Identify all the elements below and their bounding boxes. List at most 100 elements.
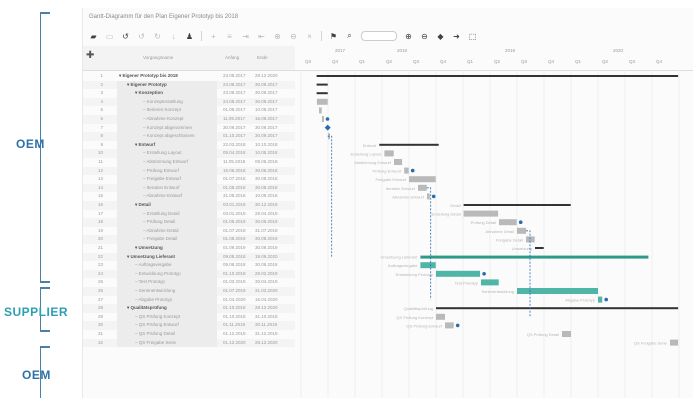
table-row[interactable]: 9 ▾ Entwurf 22.03.2018 10.10.2018: [83, 140, 295, 150]
start-date[interactable]: 01.12.2020: [223, 339, 246, 348]
table-row[interactable]: 24 – Entwicklung Prototyp 01.10.2018 28.02.…: [83, 269, 295, 279]
milestone-dot[interactable]: [410, 168, 415, 173]
end-date[interactable]: 30.06.2018: [255, 167, 278, 176]
end-date[interactable]: 30.04.2019: [255, 278, 278, 287]
end-date[interactable]: 16.09.2017: [255, 115, 278, 124]
arrow-dim-icon[interactable]: ↓: [167, 30, 180, 43]
milestone-dot[interactable]: [455, 323, 460, 328]
task-name[interactable]: ▾ Umsetzung: [135, 244, 219, 253]
table-row[interactable]: 31 – QS Prüfung Detail 01.12.2019 31.12.201…: [83, 330, 295, 339]
summary-bar[interactable]: [535, 247, 544, 249]
start-date[interactable]: 01.07.2019: [223, 227, 246, 236]
end-date[interactable]: 28.02.2019: [255, 270, 278, 279]
task-name[interactable]: – Auftragsvergabe: [135, 261, 219, 270]
table-row[interactable]: 4 – Konzepterstellung 24.08.2017 30.09.2017: [83, 97, 295, 107]
start-date[interactable]: 23.08.2017: [223, 72, 246, 81]
end-date[interactable]: 30.08.2019: [255, 235, 278, 244]
start-date[interactable]: 22.03.2018: [223, 141, 246, 150]
table-row[interactable]: 20 – Freigabe Detail 01.08.2019 30.08.2019: [83, 235, 295, 244]
task-name[interactable]: – Erstellung Detail: [143, 210, 219, 219]
end-date[interactable]: 31.07.2019: [255, 227, 278, 236]
start-date[interactable]: 11.09.2017: [223, 115, 245, 124]
end-date[interactable]: 31.12.2019: [255, 330, 278, 339]
table-row[interactable]: 5 – Iterieren Konzept 01.09.2017 10.09.2017: [83, 106, 295, 115]
start-date[interactable]: 09.08.2018: [223, 253, 246, 262]
outdent-icon[interactable]: ⇤: [255, 30, 268, 43]
table-row[interactable]: 18 – Prüfung Detail 01.05.2019 30.06.2019: [83, 218, 295, 227]
milestone-dot[interactable]: [604, 297, 608, 302]
task-bar[interactable]: [463, 210, 499, 217]
table-row[interactable]: 26 – Serienentwicklung 01.07.2019 31.03.202…: [83, 287, 295, 296]
end-date[interactable]: 30.09.2018: [255, 261, 278, 270]
task-name[interactable]: – Abnahme Konzept: [143, 115, 219, 124]
table-row[interactable]: 17 – Erstellung Detail 03.01.2019 28.04.201…: [83, 209, 295, 219]
milestone-dot[interactable]: [482, 272, 486, 276]
start-date[interactable]: 01.10.2018: [223, 304, 246, 313]
table-row[interactable]: 21 ▾ Umsetzung 01.09.2019 30.09.2019: [83, 244, 295, 253]
task-name[interactable]: ▾ Detail: [135, 201, 219, 210]
task-bar[interactable]: [517, 227, 526, 234]
table-row[interactable]: 8 – Konzept abgeschlossen 01.10.2017 30.09.…: [83, 132, 295, 141]
user-icon[interactable]: ♟: [183, 30, 196, 43]
table-row[interactable]: 14 – Iteration Entwurf 01.08.2018 30.08.201…: [83, 183, 295, 193]
table-row[interactable]: 22 ▾ Umsetzung Lieferant 09.08.2018 19.09.2…: [83, 252, 295, 262]
task-name[interactable]: – Abnahme Entwurf: [143, 192, 219, 201]
task-name[interactable]: – Abstimmung Entwurf: [143, 158, 219, 167]
task-name[interactable]: – QS Prüfung Detail: [135, 330, 219, 339]
start-date[interactable]: 01.07.2019: [223, 287, 246, 296]
start-date[interactable]: 01.10.2018: [223, 313, 246, 322]
task-bar[interactable]: [316, 98, 328, 105]
start-date[interactable]: 30.09.2017: [223, 124, 246, 133]
task-bar[interactable]: [384, 150, 394, 157]
task-name[interactable]: – Abnahme Detail: [143, 227, 219, 236]
end-date[interactable]: 19.09.2020: [255, 253, 278, 262]
task-bar[interactable]: [445, 322, 454, 329]
milestone-dot[interactable]: [325, 117, 330, 121]
flag-icon[interactable]: ⚑: [327, 30, 340, 43]
indent-icon[interactable]: ⇥: [239, 30, 252, 43]
table-row[interactable]: 28 ▾ Qualitätsprüfung 01.10.2018 28.12.2020: [83, 304, 295, 313]
task-name[interactable]: – Konzepterstellung: [143, 98, 219, 107]
table-row[interactable]: 29 – QS Prüfung Konzept 01.10.2018 31.10.20…: [83, 312, 295, 322]
end-date[interactable]: 30.09.2019: [255, 244, 278, 253]
table-row[interactable]: 25 – Test Prototyp 01.03.2019 30.04.2019: [83, 278, 295, 287]
task-name[interactable]: ▾ Qualitätsprüfung: [127, 304, 219, 313]
diamond-icon[interactable]: ◆: [434, 30, 447, 43]
end-date[interactable]: 10.09.2017: [255, 106, 278, 115]
start-date[interactable]: 03.01.2019: [223, 210, 246, 219]
start-date[interactable]: 03.01.2019: [223, 201, 246, 210]
table-row[interactable]: 1 ▾ Eigener Prototyp bis 2018 23.08.2017 28…: [83, 72, 295, 81]
table-row[interactable]: 11 – Abstimmung Entwurf 11.05.2018 08.06.20…: [83, 158, 295, 167]
start-date[interactable]: 01.08.2018: [223, 184, 246, 193]
end-date[interactable]: 30.11.2018: [255, 321, 277, 330]
start-date[interactable]: 01.09.2019: [223, 244, 246, 253]
end-date[interactable]: 30.08.2018: [255, 184, 278, 193]
expand-icon[interactable]: ⬚: [466, 30, 479, 43]
start-date[interactable]: 01.03.2019: [223, 278, 246, 287]
task-name[interactable]: – Konzept abgenommen: [143, 124, 219, 133]
start-date[interactable]: 01.10.2018: [223, 270, 246, 279]
task-name[interactable]: ▾ Umsetzung Lieferant: [127, 253, 219, 262]
close-icon[interactable]: ×: [303, 30, 316, 43]
start-date[interactable]: 23.08.2017: [223, 81, 246, 90]
task-bar[interactable]: [436, 270, 481, 277]
task-name[interactable]: – Prüfung Detail: [143, 218, 219, 227]
end-date[interactable]: 31.03.2020: [255, 287, 278, 296]
task-bar[interactable]: [517, 288, 598, 294]
task-bar[interactable]: [481, 279, 499, 286]
save-icon[interactable]: ▭: [103, 30, 116, 43]
summary-bar[interactable]: [436, 307, 679, 310]
task-name[interactable]: – Freigabe Detail: [143, 235, 219, 244]
end-date[interactable]: 30.09.2017: [255, 98, 278, 107]
summary-bar[interactable]: [379, 143, 439, 146]
add-icon[interactable]: +: [207, 30, 220, 43]
end-date[interactable]: 31.10.2018: [255, 313, 278, 322]
column-header-name[interactable]: Vorgangsname: [143, 55, 173, 60]
start-date[interactable]: 01.12.2019: [223, 330, 246, 339]
task-bar[interactable]: [404, 167, 409, 174]
start-date[interactable]: 01.09.2017: [223, 106, 246, 115]
end-date[interactable]: 30.09.2017: [255, 132, 278, 141]
end-date[interactable]: 10.09.2018: [255, 192, 278, 201]
task-bar[interactable]: [420, 262, 436, 269]
zoom-slider[interactable]: [361, 31, 397, 41]
